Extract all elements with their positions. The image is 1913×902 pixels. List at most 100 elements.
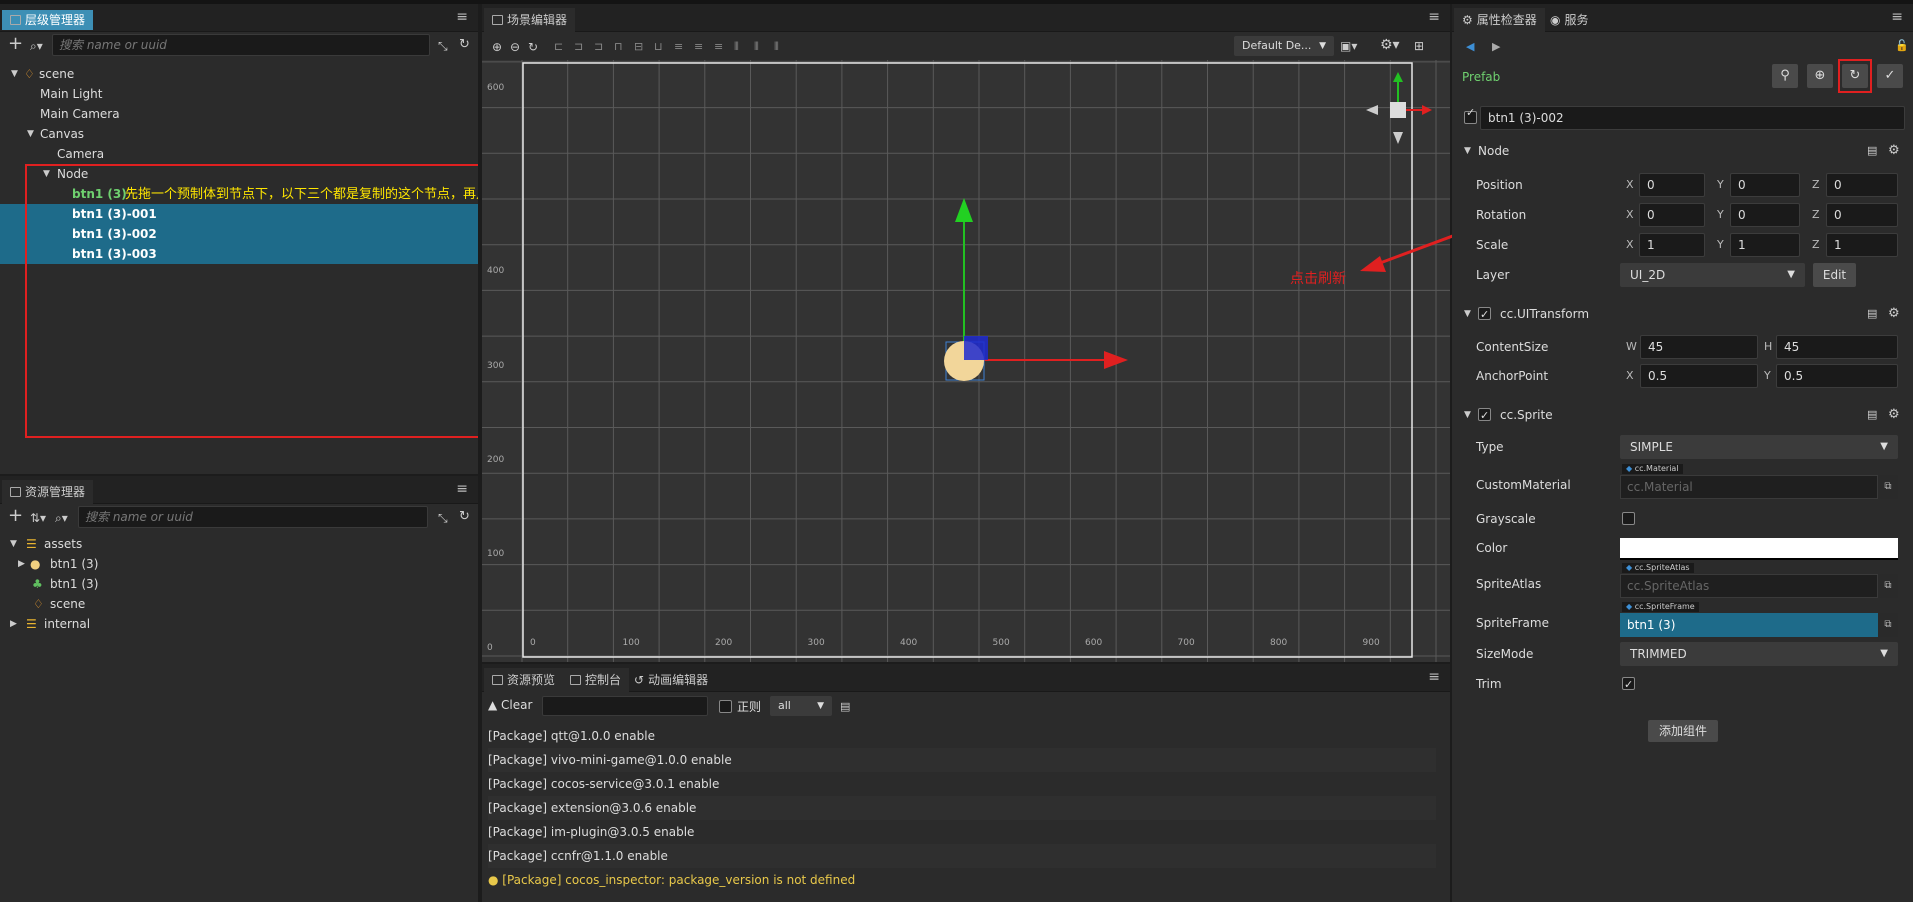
asset-picker-icon[interactable]: ⧉ (1878, 574, 1898, 598)
tab-console[interactable]: 控制台 (562, 668, 630, 692)
node-section-header[interactable]: ▼ Node ▤ ⚙ (1452, 138, 1913, 164)
tree-item-camera[interactable]: Camera (0, 144, 478, 164)
locate-prefab-button[interactable]: ⊕ (1807, 64, 1833, 88)
sort-icon[interactable]: ⇅▾ (30, 511, 46, 525)
apply-prefab-button[interactable]: ✓ (1877, 64, 1903, 88)
rotation-x-input[interactable]: 0 (1639, 203, 1705, 227)
console-menu-icon[interactable]: ≡ (1428, 670, 1440, 684)
expand-arrow-icon[interactable]: ▶ (18, 554, 25, 574)
tab-service[interactable]: ◉ 服务 (1542, 8, 1597, 32)
align-hcenter-icon[interactable]: ⊐ (574, 40, 583, 54)
custom-material-field[interactable]: ◆ cc.Material cc.Material ⧉ (1620, 464, 1898, 504)
gear-icon[interactable]: ⚙ (1888, 301, 1900, 327)
asset-picker-icon[interactable]: ⧉ (1878, 475, 1898, 499)
distribute-left-icon[interactable]: ⦀ (734, 40, 739, 54)
zoom-in-icon[interactable]: ⊕ (492, 40, 502, 54)
scale-x-input[interactable]: 1 (1639, 233, 1705, 257)
tab-asset-preview[interactable]: 资源预览 (484, 668, 564, 692)
gear-icon[interactable]: ⚙ (1888, 138, 1900, 164)
layout-select[interactable]: Default De... ▼ (1234, 36, 1334, 56)
tab-assets[interactable]: 资源管理器 (2, 480, 94, 504)
anchor-x-input[interactable]: 0.5 (1640, 364, 1758, 388)
lock-icon[interactable]: 🔓 (1895, 39, 1909, 53)
distribute-vcenter-icon[interactable]: ≡ (694, 40, 703, 54)
inspector-menu-icon[interactable]: ≡ (1891, 10, 1903, 24)
asset-item-btn1-prefab[interactable]: ♣ btn1 (3) (0, 574, 478, 594)
align-left-icon[interactable]: ⊏ (554, 40, 563, 54)
expand-arrow-icon[interactable]: ▶ (10, 614, 17, 634)
align-bottom-icon[interactable]: ⊔ (654, 40, 663, 54)
asset-item-btn1-image[interactable]: ▶ ● btn1 (3) (0, 554, 478, 574)
color-swatch[interactable] (1620, 538, 1898, 560)
trim-checkbox[interactable] (1622, 672, 1635, 698)
distribute-bottom-icon[interactable]: ≡ (714, 40, 723, 54)
content-size-h-input[interactable]: 45 (1776, 335, 1898, 359)
layer-select[interactable]: UI_2D ▼ (1620, 263, 1805, 287)
position-x-input[interactable]: 0 (1639, 173, 1705, 197)
expand-arrow-icon[interactable]: ▼ (10, 534, 17, 554)
camera-options-icon[interactable]: ▣▾ (1340, 39, 1357, 53)
scene-viewport[interactable]: 600 400 300 200 100 0 0 100 200 300 400 500 600 700 8… (482, 60, 1450, 662)
tab-animation-editor[interactable]: ↺ 动画编辑器 (626, 668, 716, 692)
tree-item-main-light[interactable]: Main Light (0, 84, 478, 104)
tree-item-scene[interactable]: ▼ ♢ scene (0, 64, 478, 84)
refresh-icon[interactable]: ↻ (459, 38, 470, 52)
distribute-top-icon[interactable]: ≡ (674, 40, 683, 54)
scale-y-input[interactable]: 1 (1730, 233, 1800, 257)
unlink-prefab-button[interactable]: ⚲ (1772, 64, 1798, 88)
node-active-checkbox[interactable] (1464, 106, 1477, 124)
anchor-y-input[interactable]: 0.5 (1776, 364, 1898, 388)
distribute-hcenter-icon[interactable]: ⦀ (754, 40, 759, 54)
tab-inspector[interactable]: ⚙ 属性检查器 (1454, 8, 1545, 32)
tree-item-canvas[interactable]: ▼ Canvas (0, 124, 478, 144)
search-type-icon[interactable]: ⌕▾ (30, 39, 43, 53)
asset-item-internal[interactable]: ▶ ☰ internal (0, 614, 478, 634)
size-mode-select[interactable]: TRIMMED ▼ (1620, 642, 1898, 666)
sprite-atlas-field[interactable]: ◆ cc.SpriteAtlas cc.SpriteAtlas ⧉ (1620, 563, 1898, 603)
node-name-input[interactable]: btn1 (3)-002 (1480, 106, 1905, 130)
refresh-icon[interactable]: ↻ (459, 510, 470, 524)
distribute-right-icon[interactable]: ⦀ (774, 40, 779, 54)
layer-edit-button[interactable]: Edit (1813, 263, 1856, 287)
assets-search-input[interactable]: 搜索 name or uuid (78, 506, 428, 528)
rotation-y-input[interactable]: 0 (1730, 203, 1800, 227)
forward-icon[interactable]: ▶ (1492, 40, 1500, 54)
scale-z-input[interactable]: 1 (1826, 233, 1898, 257)
snapshot-icon[interactable]: ⊞ (1414, 39, 1424, 53)
gear-icon[interactable]: ⚙▾ (1380, 38, 1400, 52)
add-component-button[interactable]: 添加组件 (1648, 720, 1718, 742)
uitransform-enabled-checkbox[interactable] (1478, 302, 1491, 328)
sprite-enabled-checkbox[interactable] (1478, 403, 1491, 429)
reset-view-icon[interactable]: ↻ (528, 40, 538, 54)
tree-item-main-camera[interactable]: Main Camera (0, 104, 478, 124)
align-top-icon[interactable]: ⊓ (614, 40, 623, 54)
scene-menu-icon[interactable]: ≡ (1428, 10, 1440, 24)
back-icon[interactable]: ◀ (1466, 40, 1474, 54)
tab-hierarchy[interactable]: 层级管理器 (2, 10, 94, 30)
asset-picker-icon[interactable]: ⧉ (1878, 613, 1898, 637)
tab-scene-editor[interactable]: 场景编辑器 (484, 8, 576, 32)
sprite-section-header[interactable]: ▼ cc.Sprite ▤ ⚙ (1452, 402, 1913, 429)
rotation-z-input[interactable]: 0 (1826, 203, 1898, 227)
align-vcenter-icon[interactable]: ⊟ (634, 40, 643, 54)
add-icon[interactable]: + (8, 507, 23, 525)
content-size-w-input[interactable]: 45 (1640, 335, 1758, 359)
position-y-input[interactable]: 0 (1730, 173, 1800, 197)
sprite-frame-field[interactable]: ◆ cc.SpriteFrame btn1 (3) ⧉ (1620, 602, 1898, 642)
expand-arrow-icon[interactable]: ▼ (11, 64, 18, 84)
expand-arrow-icon[interactable]: ▼ (27, 124, 34, 144)
align-right-icon[interactable]: ⊐ (594, 40, 603, 54)
add-icon[interactable]: + (8, 35, 23, 53)
asset-item-scene[interactable]: ♢ scene (0, 594, 478, 614)
assets-menu-icon[interactable]: ≡ (456, 482, 468, 496)
search-type-icon[interactable]: ⌕▾ (55, 511, 68, 525)
sprite-type-select[interactable]: SIMPLE ▼ (1620, 435, 1898, 459)
help-icon[interactable]: ▤ (1867, 138, 1877, 164)
gear-icon[interactable]: ⚙ (1888, 402, 1900, 428)
help-icon[interactable]: ▤ (1867, 301, 1877, 327)
grayscale-checkbox[interactable] (1622, 512, 1635, 525)
hierarchy-menu-icon[interactable]: ≡ (456, 10, 468, 24)
collapse-icon[interactable]: ⤡ (438, 511, 448, 525)
hierarchy-search-input[interactable]: 搜索 name or uuid (52, 34, 430, 56)
collapse-icon[interactable]: ⤡ (438, 39, 448, 53)
